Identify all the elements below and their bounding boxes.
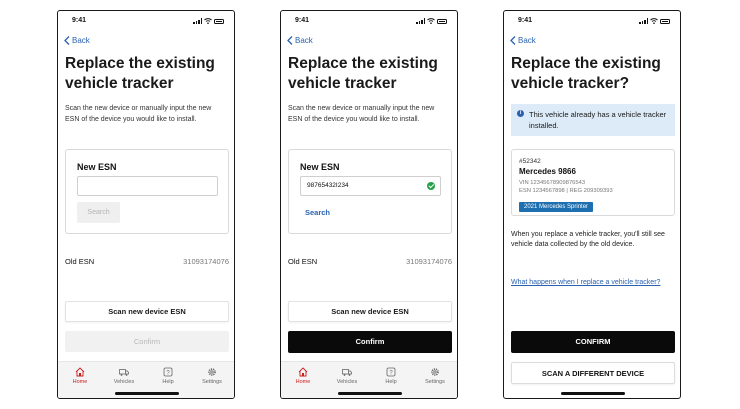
status-bar: 9:41 — [281, 17, 457, 27]
search-button[interactable]: Search — [77, 202, 120, 223]
back-label: Back — [295, 36, 313, 45]
confirm-button[interactable]: Confirm — [65, 331, 229, 352]
status-time: 9:41 — [518, 17, 533, 24]
new-esn-card: New ESN 98765432I234 Search — [288, 149, 452, 234]
chevron-left-icon — [287, 36, 293, 45]
tab-help-label: Help — [385, 379, 397, 385]
old-esn-row: Old ESN 31093174076 — [288, 257, 452, 266]
help-icon: ? — [386, 367, 396, 377]
signal-icon — [416, 18, 425, 24]
tab-settings[interactable]: Settings — [190, 362, 234, 398]
home-indicator — [115, 392, 179, 395]
phone-screen-filled: 9:41 Back Replace the existing vehicle t… — [280, 10, 458, 399]
new-esn-label: New ESN — [300, 162, 340, 172]
screens-stage: 9:41 Back Replace the existing vehicle t… — [0, 0, 740, 409]
back-button[interactable]: Back — [287, 36, 313, 45]
new-esn-label: New ESN — [77, 162, 117, 172]
tab-settings-label: Settings — [202, 379, 222, 385]
info-banner: i This vehicle already has a vehicle tra… — [511, 104, 675, 136]
page-description: Scan the new device or manually input th… — [65, 105, 212, 123]
tab-vehicles-label: Vehicles — [336, 379, 358, 385]
new-esn-value: 98765432I234 — [307, 182, 349, 189]
status-icons — [639, 18, 670, 24]
page-title: Replace the existing vehicle tracker — [288, 55, 438, 92]
old-esn-label: Old ESN — [288, 257, 318, 266]
chevron-left-icon — [64, 36, 70, 45]
tab-vehicles-label: Vehicles — [113, 379, 135, 385]
old-esn-row: Old ESN 31093174076 — [65, 257, 229, 266]
vehicle-esn-reg: ESN 1234567898 | REG 209309393 — [519, 188, 613, 194]
status-bar: 9:41 — [58, 17, 234, 27]
vehicle-vin: VIN 12345678909876543 — [519, 180, 586, 186]
vehicle-number: #52342 — [519, 158, 541, 165]
gear-icon — [431, 368, 439, 376]
truck-icon — [119, 369, 129, 376]
home-indicator — [338, 392, 402, 395]
search-button[interactable]: Search — [305, 208, 330, 217]
wifi-icon — [650, 18, 658, 24]
help-icon: ? — [163, 367, 173, 377]
info-icon: i — [517, 110, 524, 117]
tab-home-label: Home — [295, 379, 311, 385]
tab-settings[interactable]: Settings — [413, 362, 457, 398]
battery-icon — [214, 19, 224, 24]
check-circle-icon — [427, 182, 435, 190]
status-icons — [416, 18, 447, 24]
scan-device-button[interactable]: Scan new device ESN — [288, 301, 452, 322]
back-label: Back — [518, 36, 536, 45]
scan-device-button[interactable]: Scan new device ESN — [65, 301, 229, 322]
phone-screen-empty: 9:41 Back Replace the existing vehicle t… — [57, 10, 235, 399]
back-button[interactable]: Back — [64, 36, 90, 45]
back-label: Back — [72, 36, 90, 45]
wifi-icon — [204, 18, 212, 24]
chevron-left-icon — [510, 36, 516, 45]
home-icon — [298, 367, 308, 377]
scan-different-device-button[interactable]: SCAN A DIFFERENT DEVICE — [511, 362, 675, 384]
confirm-button[interactable]: CONFIRM — [511, 331, 675, 353]
truck-icon — [342, 369, 352, 376]
tab-settings-label: Settings — [425, 379, 445, 385]
new-esn-input[interactable] — [77, 176, 218, 196]
gear-icon — [208, 368, 216, 376]
page-title: Replace the existing vehicle tracker? — [511, 55, 661, 92]
old-esn-label: Old ESN — [65, 257, 95, 266]
info-text: This vehicle already has a vehicle track… — [529, 110, 667, 130]
old-esn-value: 31093174076 — [183, 257, 229, 266]
vehicle-name: Mercedes 9866 — [519, 167, 576, 176]
tab-home[interactable]: Home — [58, 362, 102, 398]
tab-home-label: Home — [72, 379, 88, 385]
tab-help-label: Help — [162, 379, 174, 385]
svg-text:?: ? — [389, 370, 393, 376]
status-time: 9:41 — [295, 17, 310, 24]
battery-icon — [437, 19, 447, 24]
confirm-button[interactable]: Confirm — [288, 331, 452, 353]
vehicle-model-chip: 2021 Mercedes Sprinter — [519, 202, 594, 212]
vehicle-card: #52342 Mercedes 9866 VIN 123456789098765… — [511, 149, 675, 216]
battery-icon — [660, 19, 670, 24]
status-time: 9:41 — [72, 17, 87, 24]
tab-home[interactable]: Home — [281, 362, 325, 398]
old-esn-value: 31093174076 — [406, 257, 452, 266]
page-description: Scan the new device or manually input th… — [288, 105, 435, 123]
status-icons — [193, 18, 224, 24]
signal-icon — [193, 18, 202, 24]
svg-text:?: ? — [166, 370, 170, 376]
status-bar: 9:41 — [504, 17, 680, 27]
home-icon — [75, 367, 85, 377]
signal-icon — [639, 18, 648, 24]
phone-screen-confirm-replace: 9:41 Back Replace the existing vehicle t… — [503, 10, 681, 399]
learn-more-link[interactable]: What happens when I replace a vehicle tr… — [511, 278, 671, 288]
back-button[interactable]: Back — [510, 36, 536, 45]
replace-explanation: When you replace a vehicle tracker, you'… — [511, 231, 665, 248]
home-indicator — [561, 392, 625, 395]
page-title: Replace the existing vehicle tracker — [65, 55, 215, 92]
new-esn-card: New ESN Search — [65, 149, 229, 234]
wifi-icon — [427, 18, 435, 24]
new-esn-input[interactable]: 98765432I234 — [300, 176, 441, 196]
